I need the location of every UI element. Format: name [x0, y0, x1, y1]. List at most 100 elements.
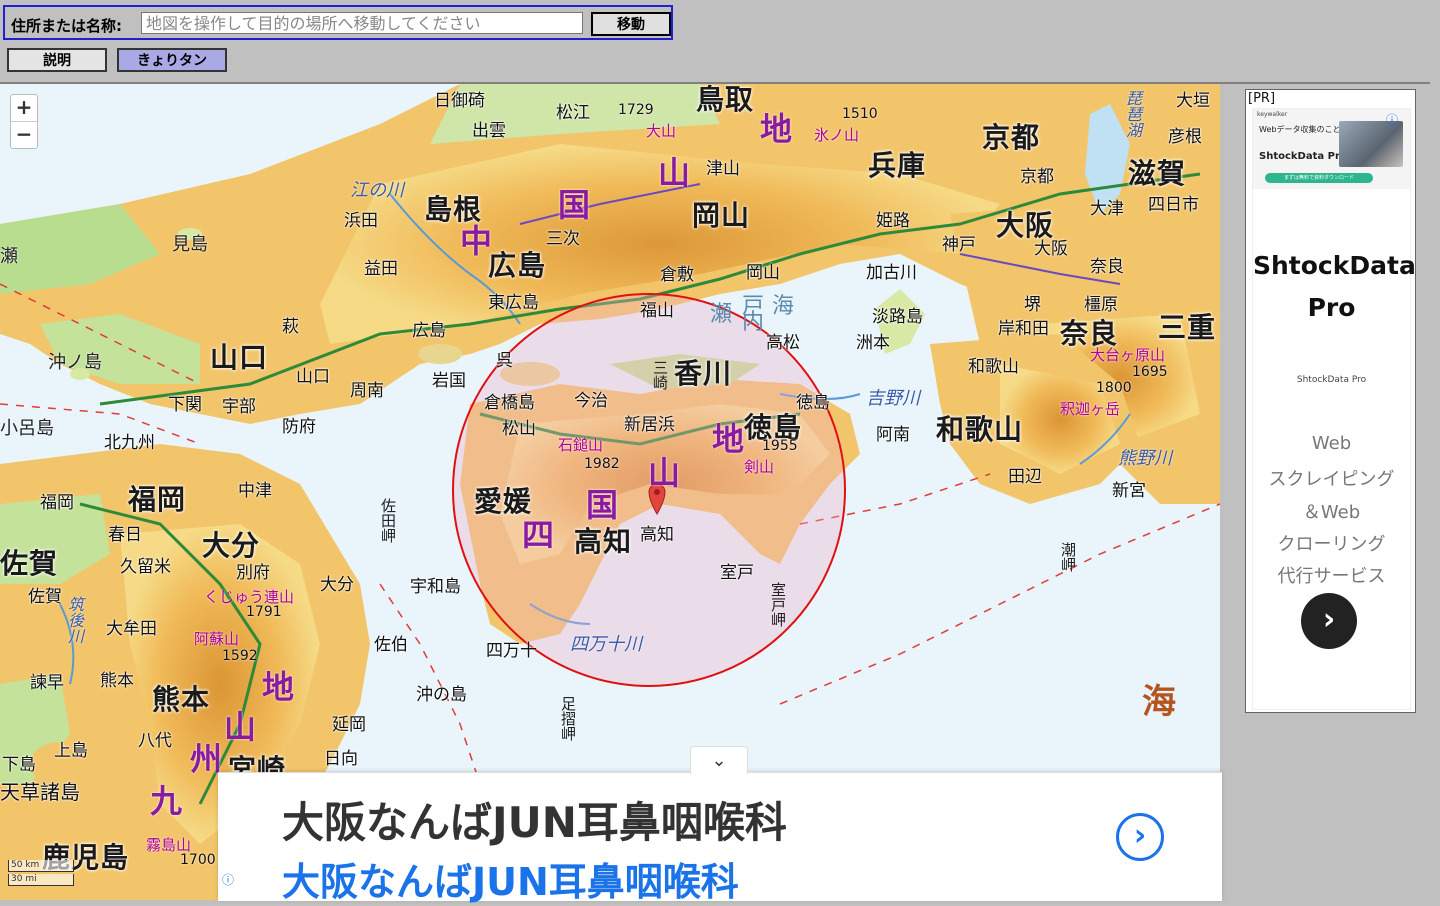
peak-label: 1510 — [842, 106, 878, 122]
pr-label: [PR] — [1248, 91, 1276, 106]
city-label: 堺 — [1024, 295, 1041, 315]
city-label: 神戸 — [942, 235, 976, 255]
mountain-label: 大台ヶ原山 — [1090, 346, 1166, 364]
city-label: 加古川 — [866, 263, 917, 283]
city-label: 大津 — [1090, 199, 1124, 219]
city-label: 岩国 — [432, 371, 466, 391]
side-ad-title[interactable]: ShtockData Pro — [1253, 245, 1416, 329]
pref-label: 三重 — [1158, 311, 1217, 344]
pref-label: 京都 — [982, 121, 1041, 154]
pref-label: 佐賀 — [0, 547, 59, 580]
side-ad: [PR] keywalker Webデータ収集のことは 全ておまかせ! Shto… — [1245, 89, 1416, 713]
city-label: 阿南 — [876, 425, 910, 445]
pref-label: 滋賀 — [1128, 157, 1187, 190]
side-ad-desc: ＆Web — [1302, 502, 1361, 523]
city-label: 呉 — [496, 351, 513, 371]
city-label: 日御碕 — [434, 91, 485, 111]
city-label: 出雲 — [472, 121, 506, 141]
mountain-label: 阿蘇山 — [194, 630, 240, 648]
city-label: 宇和島 — [410, 577, 461, 597]
river-label: 熊野川 — [1118, 448, 1172, 469]
city-label: 周南 — [350, 381, 384, 401]
mountain-label: 剣山 — [744, 458, 775, 476]
island-label: 見島 — [172, 234, 208, 255]
range-label: 国 — [558, 186, 591, 224]
zoom-in-button[interactable]: + — [11, 95, 37, 122]
city-label: 八代 — [138, 731, 172, 751]
city-label: 松江 — [556, 103, 590, 123]
island-label: 沖ノ島 — [48, 352, 102, 373]
peak-label: 1791 — [246, 604, 282, 620]
cape-label: 三崎 — [651, 360, 669, 390]
city-label: 沖の島 — [416, 685, 467, 705]
range-label: 地 — [760, 110, 793, 148]
pref-label: 広島 — [488, 249, 547, 282]
city-label: 洲本 — [856, 333, 890, 353]
city-label: 今治 — [574, 391, 608, 411]
city-label: 和歌山 — [968, 357, 1019, 377]
city-label: 松山 — [502, 419, 536, 439]
peak-label: 1592 — [222, 648, 258, 664]
distance-tool-button[interactable]: きょりタン — [117, 48, 227, 72]
cape-label: 佐田岬 — [379, 498, 397, 543]
search-input[interactable] — [141, 12, 583, 34]
peak-label: 1695 — [1132, 364, 1168, 380]
city-label: 姫路 — [876, 211, 910, 231]
city-label: 新居浜 — [624, 415, 675, 435]
mountain-label: 大山 — [646, 122, 677, 140]
scale-mi: 30 mi — [8, 874, 74, 886]
bottom-ad-banner[interactable]: ⌄ 大阪なんばJUN耳鼻咽喉科 大阪なんばJUN耳鼻咽喉科 › ⓘ — [218, 746, 1222, 904]
mountain-label: 釈迦ヶ岳 — [1060, 400, 1121, 418]
pref-label: 高知 — [574, 525, 633, 558]
search-form: 住所または名称: 移動 — [3, 5, 673, 40]
range-label: 山 — [648, 454, 681, 492]
city-label: 福岡 — [40, 493, 74, 513]
city-label: 大阪 — [1034, 239, 1068, 259]
city-label: 宇部 — [222, 397, 256, 417]
city-label: 別府 — [236, 563, 270, 583]
range-label: 地 — [712, 420, 745, 458]
city-label: 上島 — [54, 741, 88, 761]
sea-label: 瀬 — [710, 302, 733, 327]
pref-label: 福岡 — [128, 483, 187, 516]
cape-label: 潮岬 — [1059, 542, 1077, 572]
city-label: 延岡 — [332, 715, 366, 735]
side-ad-title-line: ShtockData — [1253, 251, 1416, 280]
city-label: 高松 — [766, 333, 800, 353]
side-banner-logo: keywalker — [1257, 111, 1288, 118]
info-icon[interactable]: ⓘ — [1386, 111, 1398, 128]
range-label: 九 — [150, 782, 183, 820]
zoom-out-button[interactable]: − — [11, 122, 37, 148]
city-label: 津山 — [706, 159, 740, 179]
city-label: 田辺 — [1008, 467, 1042, 487]
peak-label: 1700 — [180, 852, 216, 868]
peak-label: 1982 — [584, 456, 620, 472]
island-label: 小呂島 — [0, 418, 54, 439]
ad-headline[interactable]: 大阪なんばJUN耳鼻咽喉科 — [282, 789, 787, 850]
ad-subline[interactable]: 大阪なんばJUN耳鼻咽喉科 — [282, 851, 739, 906]
city-label: 益田 — [364, 259, 398, 279]
river-label: 吉野川 — [866, 388, 920, 409]
city-label: 大分 — [320, 575, 354, 595]
side-ad-content[interactable]: keywalker Webデータ収集のことは 全ておまかせ! ShtockDat… — [1252, 108, 1416, 710]
island-label: 瀬 — [0, 246, 18, 267]
chevron-down-icon[interactable]: ⌄ — [690, 746, 748, 774]
city-label: 久留米 — [120, 557, 171, 577]
toolbar: 住所または名称: 移動 説明 きょりタン — [0, 0, 1430, 84]
city-label: 萩 — [282, 317, 299, 337]
city-label: 佐伯 — [374, 635, 408, 655]
chevron-right-icon[interactable]: › — [1116, 813, 1164, 861]
range-label: 地 — [262, 668, 295, 706]
city-label: 彦根 — [1168, 127, 1202, 147]
peak-label: 1729 — [618, 102, 654, 118]
city-label: 広島 — [412, 321, 446, 341]
chevron-right-icon[interactable]: › — [1301, 593, 1357, 649]
city-label: 下関 — [168, 395, 202, 415]
city-label: 下島 — [2, 755, 36, 775]
info-icon[interactable]: ⓘ — [222, 871, 234, 888]
side-banner-button[interactable]: まずは無料で資料ダウンロード — [1265, 173, 1373, 183]
scale-km: 50 km — [8, 860, 74, 872]
help-button[interactable]: 説明 — [7, 48, 107, 72]
city-label: 倉敷 — [660, 265, 694, 285]
move-button[interactable]: 移動 — [591, 12, 671, 36]
